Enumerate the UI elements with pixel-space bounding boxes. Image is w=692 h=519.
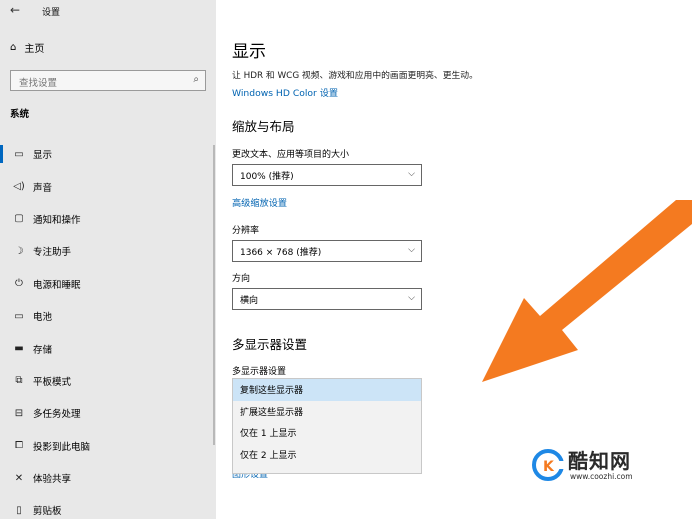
sidebar-item-home[interactable]: ⌂ 主页: [10, 40, 44, 55]
home-icon: ⌂: [10, 42, 17, 53]
sidebar-item-label: 剪贴板: [33, 506, 62, 518]
sidebar-item-label: 多任务处理: [33, 409, 81, 421]
orientation-label: 方向: [232, 274, 251, 284]
speaker-icon: ◁): [13, 181, 25, 193]
sidebar-item-label: 平板模式: [33, 376, 72, 388]
resolution-label: 分辨率: [232, 226, 260, 236]
search-input[interactable]: [11, 74, 181, 93]
dropdown-option-only-2[interactable]: 仅在 2 上显示: [233, 444, 421, 466]
sidebar-item-label: 体验共享: [33, 474, 72, 486]
sidebar-item-display[interactable]: ▭ 显示: [0, 138, 216, 170]
search-box[interactable]: ⌕: [10, 70, 206, 93]
svg-text:K: K: [543, 459, 555, 475]
chevron-down-icon: ⌵: [408, 293, 415, 303]
storage-icon: ▬: [14, 343, 24, 355]
tablet-icon: ⧉: [15, 375, 23, 387]
orientation-select[interactable]: 横向 ⌵: [232, 288, 422, 310]
hd-color-link[interactable]: Windows HD Color 设置: [232, 85, 338, 99]
dropdown-option-extend[interactable]: 扩展这些显示器: [233, 401, 421, 423]
watermark: K 酷知网 www.coozhi.com: [528, 443, 678, 489]
chevron-down-icon: ⌵: [408, 245, 415, 255]
monitor-icon: ▭: [14, 148, 24, 160]
multitask-icon: ⊟: [14, 407, 24, 419]
sidebar-item-focus-assist[interactable]: ☽ 专注助手: [0, 235, 216, 267]
back-arrow-icon[interactable]: ←: [10, 3, 20, 17]
sidebar-item-clipboard[interactable]: ▯ 剪贴板: [0, 494, 216, 519]
chevron-down-icon: ⌵: [408, 169, 415, 179]
section-label: 系统: [10, 109, 30, 120]
sidebar-item-label: 声音: [33, 182, 53, 194]
share-icon: ✕: [14, 472, 24, 484]
sidebar-item-label: 显示: [33, 150, 53, 162]
moon-icon: ☽: [14, 245, 24, 257]
sidebar-item-label: 投影到此电脑: [33, 441, 91, 453]
orange-arrow-icon: [482, 200, 692, 382]
sidebar-item-storage[interactable]: ▬ 存储: [0, 332, 216, 364]
clipboard-icon: ▯: [16, 504, 22, 516]
resolution-select[interactable]: 1366 × 768 (推荐) ⌵: [232, 240, 422, 262]
sidebar-item-battery[interactable]: ▭ 电池: [0, 300, 216, 332]
page-title: 显示: [232, 42, 266, 62]
app-title: 设置: [42, 8, 61, 18]
advanced-scaling-link[interactable]: 高级缩放设置: [232, 195, 287, 209]
notification-icon: ▢: [14, 213, 24, 225]
scale-label: 更改文本、应用等项目的大小: [232, 150, 350, 160]
resolution-value: 1366 × 768 (推荐): [240, 247, 322, 258]
sidebar-nav: ▭ 显示 ◁) 声音 ▢ 通知和操作 ☽ 专注助手 ⏻ 电源和睡眠 ▭ 电池 ▬…: [0, 138, 216, 519]
sidebar-item-sound[interactable]: ◁) 声音: [0, 170, 216, 202]
sidebar: ← 设置 ⌂ 主页 ⌕ 系统 ▭ 显示 ◁) 声音 ▢ 通知和操作 ☽ 专注助手…: [0, 0, 216, 519]
title-bar: ← 设置: [0, 0, 216, 24]
sidebar-item-shared[interactable]: ✕ 体验共享: [0, 462, 216, 494]
sidebar-item-notifications[interactable]: ▢ 通知和操作: [0, 203, 216, 235]
project-icon: ⧠: [15, 440, 23, 452]
hdr-description: 让 HDR 和 WCG 视频、游戏和应用中的画面更明亮、更生动。: [232, 71, 478, 81]
sidebar-item-label: 通知和操作: [33, 214, 81, 226]
power-icon: ⏻: [15, 278, 23, 290]
coozhi-logo-icon: K: [532, 449, 566, 481]
orientation-value: 横向: [240, 295, 259, 306]
watermark-url: www.coozhi.com: [570, 472, 633, 481]
dropdown-option-only-1[interactable]: 仅在 1 上显示: [233, 422, 421, 444]
search-icon[interactable]: ⌕: [193, 74, 199, 85]
watermark-name: 酷知网: [568, 449, 631, 473]
dropdown-option-duplicate[interactable]: 复制这些显示器: [233, 379, 421, 401]
scale-select[interactable]: 100% (推荐) ⌵: [232, 164, 422, 186]
sidebar-item-label: 电源和睡眠: [33, 279, 81, 291]
sidebar-item-project[interactable]: ⧠ 投影到此电脑: [0, 430, 216, 462]
sidebar-item-label: 专注助手: [33, 247, 72, 259]
scale-value: 100% (推荐): [240, 171, 294, 182]
sidebar-item-label: 存储: [33, 344, 53, 356]
sidebar-item-multitasking[interactable]: ⊟ 多任务处理: [0, 397, 216, 429]
battery-icon: ▭: [14, 310, 24, 322]
scale-heading: 缩放与布局: [232, 119, 295, 134]
multi-display-heading: 多显示器设置: [232, 337, 308, 352]
sidebar-item-tablet[interactable]: ⧉ 平板模式: [0, 365, 216, 397]
multi-display-dropdown[interactable]: 复制这些显示器 扩展这些显示器 仅在 1 上显示 仅在 2 上显示: [232, 378, 422, 474]
home-label: 主页: [24, 44, 45, 55]
sidebar-item-label: 电池: [33, 312, 53, 324]
sidebar-item-power[interactable]: ⏻ 电源和睡眠: [0, 268, 216, 300]
sidebar-scrollbar[interactable]: [213, 145, 215, 445]
multi-display-label: 多显示器设置: [232, 367, 287, 377]
